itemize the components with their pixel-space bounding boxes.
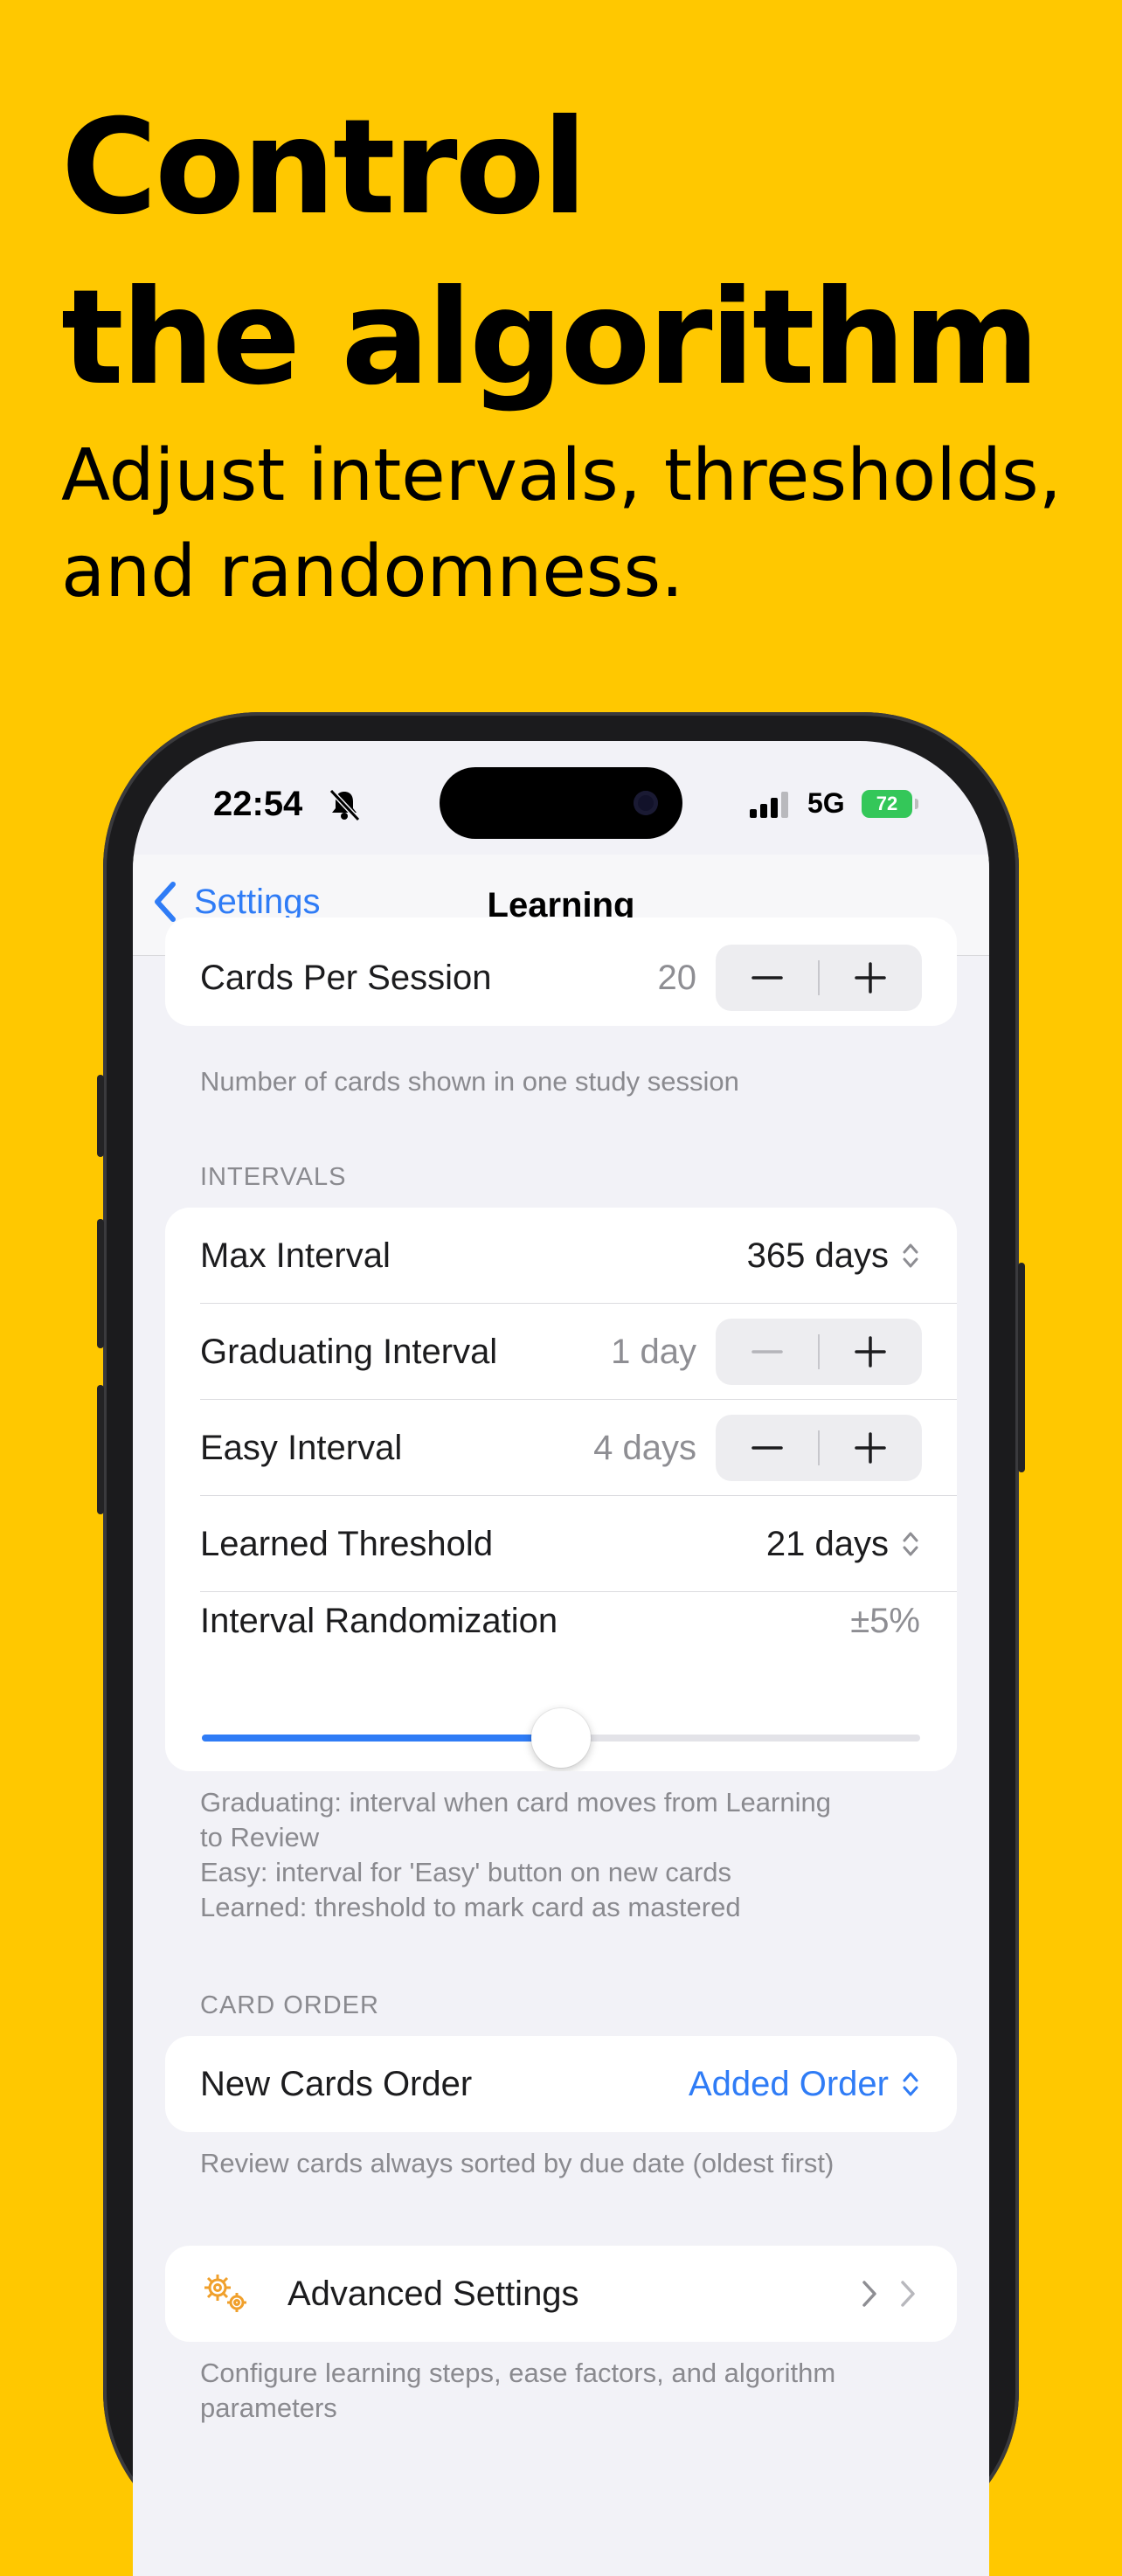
phone-volume-down-button <box>97 1385 104 1514</box>
promo-headline: Control the algorithm <box>61 83 1066 424</box>
footnote-line: parameters <box>200 2392 337 2423</box>
signal-icon <box>750 792 788 818</box>
footnote-line: Configure learning steps, ease factors, … <box>200 2358 836 2388</box>
increment-button[interactable] <box>819 1415 922 1481</box>
easy-interval-stepper[interactable] <box>716 1415 922 1481</box>
interval-randomization-row: Interval Randomization ±5% <box>165 1592 957 1653</box>
easy-interval-row: Easy Interval 4 days <box>165 1400 957 1496</box>
subhead-line-2: and randomness. <box>61 530 684 613</box>
chevron-right-icon <box>862 2281 915 2307</box>
graduating-interval-row: Graduating Interval 1 day <box>165 1304 957 1400</box>
dynamic-island <box>440 767 682 839</box>
headline-line-1: Control <box>61 92 587 244</box>
new-cards-order-row[interactable]: New Cards Order Added Order <box>165 2036 957 2132</box>
decrement-button[interactable] <box>716 1319 819 1385</box>
section-header-intervals: INTERVALS <box>200 1163 347 1191</box>
phone-power-button <box>1018 1263 1025 1472</box>
camera-icon <box>634 791 658 815</box>
plus-icon <box>855 962 886 994</box>
row-value: ±5% <box>850 1602 920 1640</box>
row-label: Learned Threshold <box>200 1525 494 1563</box>
row-value: 365 days <box>746 1236 889 1275</box>
row-value: 4 days <box>593 1429 696 1467</box>
advanced-settings-row[interactable]: Advanced Settings <box>165 2246 957 2342</box>
session-footnote: Number of cards shown in one study sessi… <box>200 1066 739 1097</box>
row-value: Added Order <box>688 2065 889 2103</box>
headline-line-2: the algorithm <box>61 262 1040 414</box>
network-label: 5G <box>807 787 845 819</box>
row-label: Easy Interval <box>200 1429 403 1467</box>
increment-button[interactable] <box>819 1319 922 1385</box>
section-header-card-order: CARD ORDER <box>200 1991 379 2019</box>
intervals-footnote: Graduating: interval when card moves fro… <box>200 1785 952 1925</box>
learned-threshold-picker[interactable]: 21 days <box>766 1496 920 1592</box>
promo-subhead: Adjust intervals, thresholds, and random… <box>61 428 1092 620</box>
decrement-button[interactable] <box>716 1415 819 1481</box>
graduating-interval-stepper[interactable] <box>716 1319 922 1385</box>
row-label: Cards Per Session <box>200 959 492 997</box>
status-time: 22:54 <box>213 785 303 823</box>
learned-threshold-row[interactable]: Learned Threshold 21 days <box>165 1496 957 1592</box>
row-label: Max Interval <box>200 1236 391 1275</box>
session-card: Cards Per Session 20 <box>165 918 957 1026</box>
max-interval-row[interactable]: Max Interval 365 days <box>165 1208 957 1304</box>
phone-action-button <box>97 1075 104 1157</box>
max-interval-picker[interactable]: 365 days <box>747 1208 920 1304</box>
card-order-card: New Cards Order Added Order <box>165 2036 957 2132</box>
bell-slash-icon <box>329 788 361 822</box>
row-value: 20 <box>657 959 697 997</box>
subhead-line-1: Adjust intervals, thresholds, <box>61 434 1062 517</box>
advanced-footnote: Configure learning steps, ease factors, … <box>200 2356 952 2426</box>
footnote-line: Easy: interval for 'Easy' button on new … <box>200 1857 732 1887</box>
footnote-line: Learned: threshold to mark card as maste… <box>200 1892 741 1922</box>
cards-per-session-stepper[interactable] <box>716 945 922 1011</box>
cards-per-session-row: Cards Per Session 20 <box>165 930 957 1026</box>
row-label: Graduating Interval <box>200 1333 498 1371</box>
row-label: Advanced Settings <box>287 2275 579 2313</box>
gears-icon <box>204 2275 246 2312</box>
row-value: 1 day <box>611 1333 696 1371</box>
intervals-card: Max Interval 365 days Graduating Interva… <box>165 1208 957 1771</box>
randomization-slider-thumb[interactable] <box>531 1708 591 1768</box>
advanced-settings-card[interactable]: Advanced Settings <box>165 2246 957 2342</box>
row-label: New Cards Order <box>200 2065 473 2103</box>
decrement-button[interactable] <box>716 945 819 1011</box>
row-value: 21 days <box>765 1525 889 1563</box>
battery-icon: 72 <box>862 790 912 818</box>
card-order-footnote: Review cards always sorted by due date (… <box>200 2148 835 2178</box>
chevron-up-down-icon <box>903 1243 918 1268</box>
row-label: Interval Randomization <box>200 1602 558 1640</box>
minus-icon <box>751 976 783 980</box>
plus-icon <box>855 1432 886 1464</box>
phone-screen: 22:54 5G 72 Settings Learning Cards Per … <box>133 741 989 2576</box>
increment-button[interactable] <box>819 945 922 1011</box>
plus-icon <box>855 1336 886 1368</box>
minus-icon <box>751 1350 783 1354</box>
phone-volume-up-button <box>97 1219 104 1348</box>
new-cards-order-picker[interactable]: Added Order <box>689 2036 920 2132</box>
chevron-up-down-icon <box>903 1532 918 1556</box>
chevron-up-down-icon <box>903 2072 918 2096</box>
footnote-line: to Review <box>200 1822 320 1852</box>
minus-icon <box>751 1446 783 1450</box>
slider-fill <box>202 1735 561 1742</box>
settings-content: Cards Per Session 20 Number of cards sho… <box>133 918 989 2576</box>
footnote-line: Graduating: interval when card moves fro… <box>200 1787 831 1818</box>
battery-nub <box>915 799 918 809</box>
